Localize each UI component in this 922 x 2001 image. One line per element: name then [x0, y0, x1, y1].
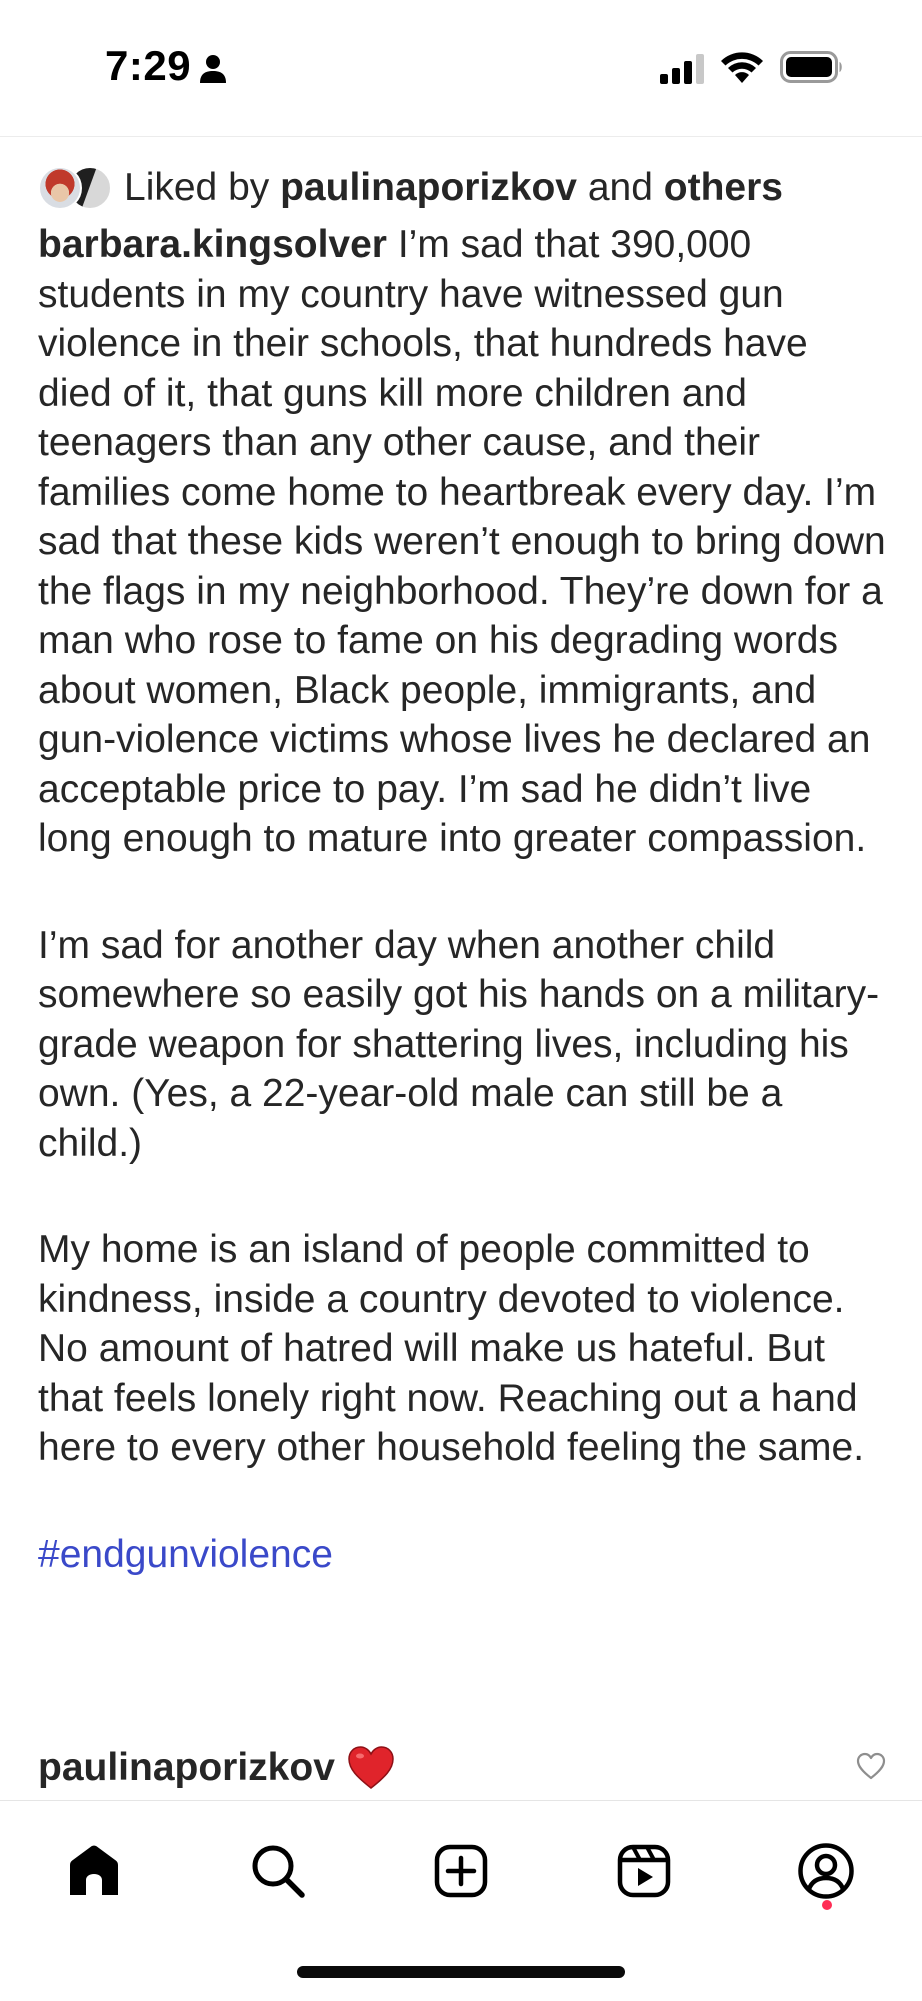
- wifi-icon: [721, 52, 763, 83]
- bottom-tab-bar: [0, 1800, 922, 2001]
- liker-username[interactable]: paulinaporizkov: [280, 166, 577, 209]
- status-bar: 7:29: [0, 0, 922, 137]
- likes-row[interactable]: Liked by paulinaporizkov and others: [38, 156, 888, 220]
- cellular-signal-icon: [660, 54, 704, 84]
- caption-paragraph-1: I’m sad that 390,000 students in my coun…: [38, 223, 886, 860]
- likes-joiner: and: [587, 166, 653, 209]
- home-indicator: [297, 1966, 625, 1978]
- reels-icon: [617, 1844, 671, 1898]
- post-caption: barbara.kingsolver I’m sad that 390,000 …: [38, 220, 888, 864]
- likes-prefix: Liked by: [124, 166, 270, 209]
- heart-outline-icon[interactable]: [856, 1752, 886, 1780]
- liker-avatars[interactable]: [38, 166, 114, 210]
- likes-summary[interactable]: Liked by paulinaporizkov and others: [124, 166, 783, 210]
- comment-row: paulinaporizkov: [38, 1738, 888, 1798]
- tab-home[interactable]: [58, 1835, 130, 1907]
- home-icon: [70, 1845, 118, 1895]
- battery-icon: [780, 51, 842, 83]
- comment-username[interactable]: paulinaporizkov: [38, 1746, 335, 1790]
- tab-create[interactable]: [425, 1835, 497, 1907]
- tab-reels[interactable]: [608, 1835, 680, 1907]
- profile-icon: [798, 1843, 854, 1899]
- caption-paragraph-3: My home is an island of people committed…: [38, 1228, 865, 1469]
- status-time: 7:29: [105, 42, 192, 89]
- red-heart-emoji: [348, 1746, 394, 1789]
- search-icon: [252, 1845, 305, 1898]
- post-content: Liked by paulinaporizkov and others barb…: [38, 156, 888, 1579]
- caption-paragraph-2: I’m sad for another day when another chi…: [38, 923, 880, 1165]
- create-post-icon: [434, 1844, 488, 1898]
- tab-search[interactable]: [242, 1835, 314, 1907]
- hashtag-link[interactable]: #endgunviolence: [38, 1530, 888, 1580]
- tab-profile[interactable]: [790, 1835, 862, 1907]
- likes-others-link[interactable]: others: [664, 166, 783, 209]
- notification-dot: [822, 1900, 832, 1910]
- person-icon: [200, 55, 226, 83]
- caption-username[interactable]: barbara.kingsolver: [38, 223, 387, 266]
- avatar[interactable]: [38, 166, 82, 210]
